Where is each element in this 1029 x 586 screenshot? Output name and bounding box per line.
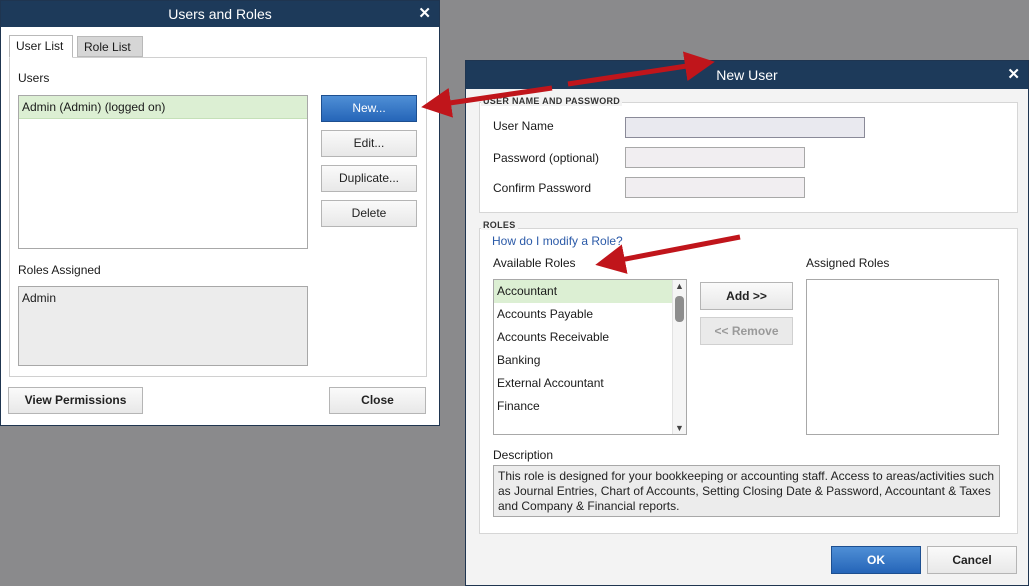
cancel-button[interactable]: Cancel — [927, 546, 1017, 574]
assigned-roles-list[interactable] — [806, 279, 999, 435]
view-permissions-button-label: View Permissions — [24, 393, 127, 407]
user-admin: Admin (Admin) (logged on) — [22, 100, 166, 114]
scroll-thumb[interactable] — [675, 296, 684, 322]
list-item[interactable]: Finance — [494, 395, 686, 418]
delete-user-button-label: Delete — [351, 206, 387, 220]
close-button-label: Close — [361, 393, 394, 407]
users-and-roles-title: Users and Roles — [168, 6, 272, 22]
available-roles-list[interactable]: Accountant Accounts Payable Accounts Rec… — [493, 279, 687, 435]
ok-button[interactable]: OK — [831, 546, 921, 574]
modify-role-help-link[interactable]: How do I modify a Role? — [492, 234, 623, 248]
user-name-password-heading: USER NAME AND PASSWORD — [481, 96, 623, 106]
users-and-roles-window: Users and Roles ✕ User List Role List Us… — [0, 0, 440, 426]
tab-role-list-label: Role List — [84, 40, 131, 54]
remove-role-button[interactable]: << Remove — [700, 317, 793, 345]
password-field[interactable] — [625, 147, 805, 168]
duplicate-user-button-label: Duplicate... — [338, 171, 400, 185]
roles-assigned-label: Roles Assigned — [18, 263, 101, 277]
available-roles-label: Available Roles — [493, 256, 576, 270]
list-item[interactable]: Accounts Receivable — [494, 326, 686, 349]
cancel-button-label: Cancel — [952, 553, 992, 567]
role-description: This role is designed for your bookkeepi… — [493, 465, 1000, 517]
edit-user-button-label: Edit... — [353, 136, 385, 150]
remove-role-button-label: << Remove — [714, 324, 779, 338]
roles-heading: ROLES — [481, 220, 518, 230]
new-user-button-label: New... — [352, 101, 386, 115]
close-icon[interactable]: ✕ — [1007, 61, 1020, 89]
scroll-up-icon[interactable]: ▲ — [675, 281, 684, 291]
add-role-button-label: Add >> — [726, 289, 767, 303]
list-item[interactable]: Admin (Admin) (logged on) — [19, 96, 307, 119]
user-name-label: User Name — [493, 119, 554, 133]
roles-assigned-item: Admin — [22, 291, 57, 305]
assigned-roles-label: Assigned Roles — [806, 256, 890, 270]
users-list[interactable]: Admin (Admin) (logged on) — [18, 95, 308, 249]
duplicate-user-button[interactable]: Duplicate... — [321, 165, 417, 192]
close-icon[interactable]: ✕ — [418, 1, 431, 27]
user-name-field[interactable] — [625, 117, 865, 138]
tab-user-list-label: User List — [16, 39, 64, 53]
view-permissions-button[interactable]: View Permissions — [8, 387, 143, 414]
users-label: Users — [18, 71, 50, 85]
new-user-titlebar: New User ✕ — [466, 61, 1028, 89]
list-item[interactable]: Accounts Payable — [494, 303, 686, 326]
list-item[interactable]: External Accountant — [494, 372, 686, 395]
roles-assigned-list: Admin — [18, 286, 308, 366]
delete-user-button[interactable]: Delete — [321, 200, 417, 227]
close-button[interactable]: Close — [329, 387, 426, 414]
add-role-button[interactable]: Add >> — [700, 282, 793, 310]
password-label: Password (optional) — [493, 151, 600, 165]
tab-user-list[interactable]: User List — [9, 35, 73, 58]
users-and-roles-titlebar: Users and Roles ✕ — [1, 1, 439, 27]
edit-user-button[interactable]: Edit... — [321, 130, 417, 157]
roles-scrollbar[interactable]: ▲ ▼ — [672, 280, 686, 434]
list-item[interactable]: Banking — [494, 349, 686, 372]
confirm-password-field[interactable] — [625, 177, 805, 198]
user-list-panel: Users Admin (Admin) (logged on) New... E… — [9, 57, 427, 377]
description-label: Description — [493, 448, 554, 462]
tab-role-list[interactable]: Role List — [77, 36, 143, 57]
new-user-title: New User — [716, 67, 778, 83]
list-item[interactable]: Accountant — [494, 280, 686, 303]
ok-button-label: OK — [867, 553, 885, 567]
new-user-button[interactable]: New... — [321, 95, 417, 122]
confirm-password-label: Confirm Password — [493, 181, 592, 195]
scroll-down-icon[interactable]: ▼ — [675, 423, 684, 433]
